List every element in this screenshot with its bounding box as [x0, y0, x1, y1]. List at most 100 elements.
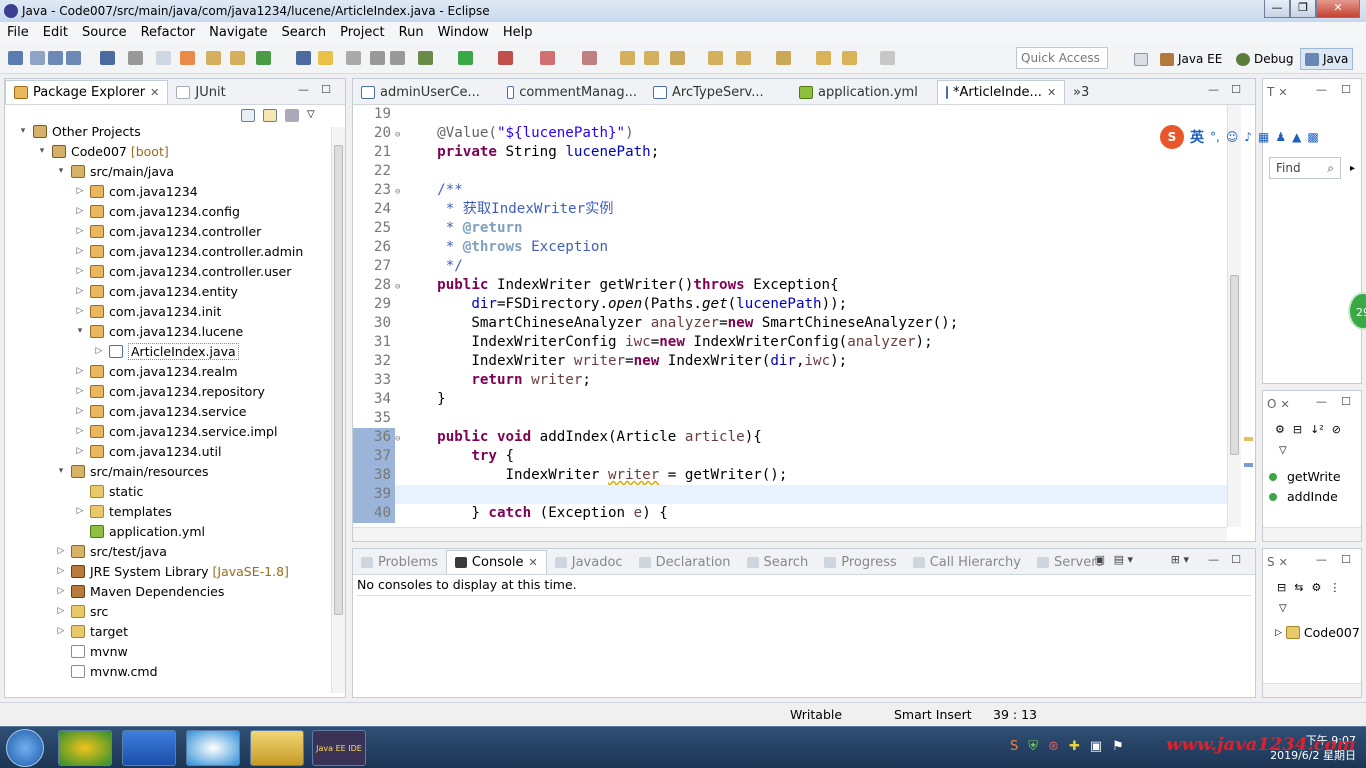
tree-item[interactable]: ▷ com.java1234	[5, 181, 335, 201]
minimize-view-icon[interactable]: —	[298, 83, 309, 96]
code-line[interactable]: 35	[353, 409, 1241, 428]
open-perspective-button[interactable]	[1130, 48, 1152, 70]
code-line[interactable]: 36 ⊖ public void addIndex(Article article…	[353, 428, 1241, 447]
code-line[interactable]: 31 IndexWriterConfig iwc=new IndexWriter…	[353, 333, 1241, 352]
editor-tab[interactable]: adminUserCe...	[353, 80, 499, 104]
minimize-view-icon[interactable]: —	[1316, 553, 1327, 566]
debug-icon[interactable]	[418, 51, 433, 65]
tree-item[interactable]: ▾ Other Projects	[5, 121, 335, 141]
expand-arrow-icon[interactable]: ▷	[74, 446, 86, 456]
settings-icon[interactable]: ⚙	[1311, 581, 1321, 594]
editor-horizontal-scrollbar[interactable]	[353, 527, 1227, 541]
save-all-icon[interactable]	[66, 51, 81, 65]
tree-item[interactable]: ▾ com.java1234.lucene	[5, 321, 335, 341]
forward-icon[interactable]	[880, 51, 895, 65]
find-chevron-icon[interactable]: ▸	[1350, 163, 1355, 174]
security-tray-icon[interactable]: ⛨	[1028, 739, 1038, 754]
last-edit-icon[interactable]	[816, 51, 831, 65]
tab-console[interactable]: Console ✕	[445, 550, 547, 574]
tab-call-hierarchy[interactable]: Call Hierarchy	[905, 550, 1029, 574]
expand-arrow-icon[interactable]: ▷	[55, 606, 67, 616]
code-line[interactable]: 37 try {	[353, 447, 1241, 466]
expand-arrow-icon[interactable]: ▷	[74, 506, 86, 516]
stop-icon[interactable]	[540, 51, 555, 65]
maximize-button[interactable]: ❐	[1290, 0, 1316, 18]
expand-arrow-icon[interactable]: ▷	[74, 306, 86, 316]
java-project-icon[interactable]	[180, 51, 195, 65]
expand-arrow-icon[interactable]: ▷	[74, 366, 86, 376]
new-icon[interactable]	[8, 51, 23, 65]
tree-item[interactable]: ▷ com.java1234.util	[5, 441, 335, 461]
expand-arrow-icon[interactable]: ▷	[74, 206, 86, 216]
expand-arrow-icon[interactable]: ▷	[74, 246, 86, 256]
user-icon[interactable]: ♟	[1275, 130, 1286, 144]
format-icon[interactable]	[346, 51, 361, 65]
open-resource-icon[interactable]	[708, 51, 723, 65]
menu-refactor[interactable]: Refactor	[134, 25, 203, 40]
antivirus-tray-icon[interactable]: ⊛	[1048, 739, 1059, 754]
package-icon[interactable]	[206, 51, 221, 65]
tree-item[interactable]: ▷ com.java1234.entity	[5, 281, 335, 301]
code-line[interactable]: 39	[353, 485, 1241, 504]
expand-arrow-icon[interactable]: ▷	[93, 346, 105, 356]
network-tray-icon[interactable]: ▣	[1090, 739, 1102, 754]
code-line[interactable]: 25 * @return	[353, 219, 1241, 238]
sogou-tray-icon[interactable]: S	[1010, 739, 1018, 754]
servers-side-scrollbar[interactable]	[1263, 683, 1361, 697]
tree-item[interactable]: ▾ src/main/java	[5, 161, 335, 181]
refresh-icon[interactable]	[256, 51, 271, 65]
expand-arrow-icon[interactable]: ▷	[74, 426, 86, 436]
run-last-icon[interactable]	[498, 51, 513, 65]
menu-search[interactable]: Search	[274, 25, 333, 40]
tree-item[interactable]: ▷ templates	[5, 501, 335, 521]
tab-package-explorer[interactable]: Package Explorer ✕	[5, 80, 169, 104]
overview-warning-marker[interactable]	[1244, 437, 1253, 441]
hide-nonpublic-icon[interactable]: ⊘	[1332, 423, 1341, 436]
sogou-logo-icon[interactable]: S	[1160, 125, 1184, 149]
cut-icon[interactable]	[128, 51, 143, 65]
search-icon[interactable]	[296, 51, 311, 65]
code-line[interactable]: 34 }	[353, 390, 1241, 409]
plugin-tray-icon[interactable]: ✚	[1069, 739, 1080, 754]
code-line[interactable]: 38 IndexWriter writer = getWriter();	[353, 466, 1241, 485]
maximize-editor-icon[interactable]: ☐	[1231, 83, 1241, 96]
tab-problems[interactable]: Problems	[353, 550, 446, 574]
tab-progress[interactable]: Progress	[816, 550, 904, 574]
editor-tab[interactable]: application.yml	[791, 80, 937, 104]
servers-side-item[interactable]: ▷ Code007	[1275, 625, 1360, 640]
editor-tab[interactable]: *ArticleInde... ✕	[937, 80, 1065, 104]
taskbar-app-1[interactable]	[58, 730, 112, 766]
tree-item[interactable]: ▷ src	[5, 601, 335, 621]
close-tab-icon[interactable]: ✕	[529, 556, 538, 569]
tab-task-list[interactable]: T ✕	[1267, 85, 1288, 99]
tree-item[interactable]: ▷ ArticleIndex.java	[5, 341, 335, 361]
tree-item[interactable]: ▷ com.java1234.service.impl	[5, 421, 335, 441]
tree-item[interactable]: ▷ JRE System Library [JavaSE-1.8]	[5, 561, 335, 581]
toggle-block-icon[interactable]	[390, 51, 405, 65]
mic-icon[interactable]: ♪	[1244, 130, 1252, 144]
expand-arrow-icon[interactable]: ▷	[74, 186, 86, 196]
maximize-view-icon[interactable]: ☐	[321, 83, 331, 96]
maximize-view-icon[interactable]: ☐	[1341, 553, 1351, 566]
editor-tab[interactable]: commentManag...	[499, 80, 645, 104]
collapse-arrow-icon[interactable]: ▾	[74, 326, 86, 336]
emoji-icon[interactable]: ☺	[1226, 130, 1239, 144]
tree-item[interactable]: ▷ com.java1234.controller.admin	[5, 241, 335, 261]
code-line[interactable]: 19	[353, 105, 1241, 124]
scrollbar-thumb[interactable]	[1230, 275, 1239, 455]
skin-icon[interactable]: ▲	[1292, 130, 1301, 144]
menu-chevron-icon[interactable]: ▽	[1279, 603, 1287, 614]
code-line[interactable]: 33 return writer;	[353, 371, 1241, 390]
open-type-icon[interactable]	[620, 51, 635, 65]
tree-item[interactable]: ▾ src/main/resources	[5, 461, 335, 481]
tab-search[interactable]: Search	[739, 550, 817, 574]
sort-icon[interactable]: ↓²	[1310, 423, 1324, 436]
taskbar-wps-icon[interactable]	[122, 730, 176, 766]
minimize-editor-icon[interactable]: —	[1208, 83, 1219, 96]
tab-junit[interactable]: JUnit	[168, 80, 233, 104]
back-icon[interactable]	[842, 51, 857, 65]
tree-item[interactable]: ▷ src/test/java	[5, 541, 335, 561]
code-line[interactable]: 40 } catch (Exception e) {	[353, 504, 1241, 523]
collapse-arrow-icon[interactable]: ▾	[55, 466, 67, 476]
menu-edit[interactable]: Edit	[36, 25, 75, 40]
